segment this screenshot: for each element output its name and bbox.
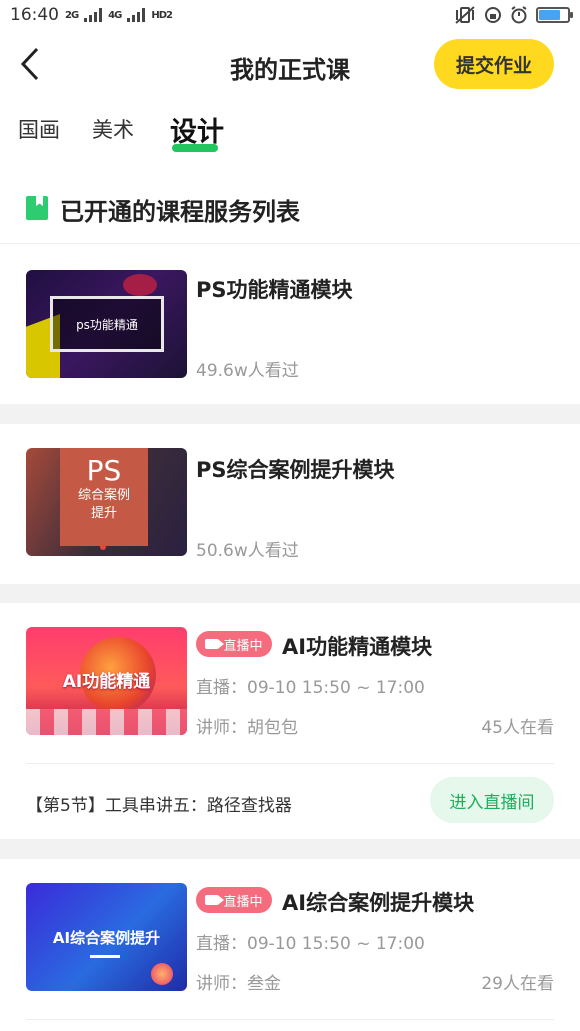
active-tab-indicator — [172, 144, 218, 152]
course-title: AI综合案例提升模块 — [282, 891, 475, 915]
enter-live-room-button[interactable]: 进入直播间 — [430, 777, 554, 823]
live-badge-label: 直播中 — [223, 894, 263, 910]
thumb-label: 提升 — [90, 506, 117, 521]
tab-guohua[interactable]: 国画 — [18, 114, 60, 144]
lesson-title: 【第5节】工具串讲五：路径查找器 — [26, 796, 292, 816]
watching-count: 29人在看 — [481, 974, 554, 994]
course-thumbnail: AI功能精通 — [26, 627, 187, 735]
view-count: 49.6w人看过 — [196, 361, 299, 381]
thumb-label: AI综合案例提升 — [52, 929, 161, 947]
course-thumbnail: AI综合案例提升 — [26, 883, 187, 991]
thumb-panel: PS 综合案例 提升 — [60, 448, 148, 546]
watching-count: 45人在看 — [481, 718, 554, 738]
camera-icon — [205, 895, 225, 905]
live-time: 直播：09-10 15:50 ~ 17:00 — [196, 678, 425, 698]
signal-4g-label: 4G — [108, 9, 122, 21]
view-count: 50.6w人看过 — [196, 541, 299, 561]
live-course-card[interactable]: AI综合案例提升 直播中 AI综合案例提升模块 直播：09-10 15:50 ~… — [0, 859, 580, 1031]
course-card[interactable]: ps功能精通 PS功能精通模块 49.6w人看过 — [0, 244, 580, 404]
tab-meishu[interactable]: 美术 — [92, 114, 134, 144]
live-course-card[interactable]: AI功能精通 直播中 AI功能精通模块 直播：09-10 15:50 ~ 17:… — [0, 603, 580, 839]
thumb-decoration — [100, 544, 106, 550]
thumb-decoration — [123, 274, 157, 296]
live-badge: 直播中 — [196, 887, 272, 913]
divider — [26, 1019, 554, 1020]
lock-rotation-icon — [485, 7, 501, 23]
signal-icon — [127, 8, 146, 22]
course-card[interactable]: PS 综合案例 提升 PS综合案例提升模块 50.6w人看过 — [0, 424, 580, 584]
thumb-decoration — [26, 709, 187, 735]
bookmark-icon — [26, 196, 48, 220]
live-time: 直播：09-10 15:50 ~ 17:00 — [196, 934, 425, 954]
thumb-label: PS — [86, 454, 122, 487]
battery-icon — [536, 7, 573, 23]
submit-homework-button[interactable]: 提交作业 — [434, 39, 554, 89]
thumb-label: ps功能精通 — [50, 296, 164, 352]
signal-2g-label: 2G — [65, 9, 79, 21]
hd-label: HD2 — [151, 9, 173, 21]
live-badge: 直播中 — [196, 631, 272, 657]
header: 我的正式课 提交作业 — [0, 30, 580, 100]
signal-icon — [84, 8, 103, 22]
camera-icon — [205, 639, 225, 649]
category-tabs: 国画 美术 设计 — [0, 100, 580, 172]
thumb-decoration — [151, 963, 173, 985]
thumb-label: 综合案例 — [77, 488, 130, 503]
vibrate-off-icon — [455, 6, 475, 24]
section-header: 已开通的课程服务列表 — [0, 172, 580, 244]
alarm-icon — [511, 6, 527, 24]
clock: 16:40 — [10, 5, 59, 25]
battery-fill — [539, 10, 560, 20]
teacher-name: 讲师：叁金 — [196, 974, 281, 994]
course-title: PS功能精通模块 — [196, 278, 353, 302]
status-left: 16:40 2G 4G HD2 — [10, 5, 173, 25]
course-title: PS综合案例提升模块 — [196, 458, 395, 482]
course-title: AI功能精通模块 — [282, 635, 433, 659]
course-thumbnail: ps功能精通 — [26, 270, 187, 378]
thumb-label: AI功能精通 — [62, 672, 151, 692]
live-badge-label: 直播中 — [223, 638, 263, 654]
section-title: 已开通的课程服务列表 — [60, 198, 300, 226]
status-bar: 16:40 2G 4G HD2 — [0, 0, 580, 30]
course-thumbnail: PS 综合案例 提升 — [26, 448, 187, 556]
thumb-decoration — [90, 955, 120, 958]
teacher-name: 讲师：胡包包 — [196, 718, 298, 738]
divider — [26, 763, 554, 764]
status-right — [454, 6, 573, 24]
